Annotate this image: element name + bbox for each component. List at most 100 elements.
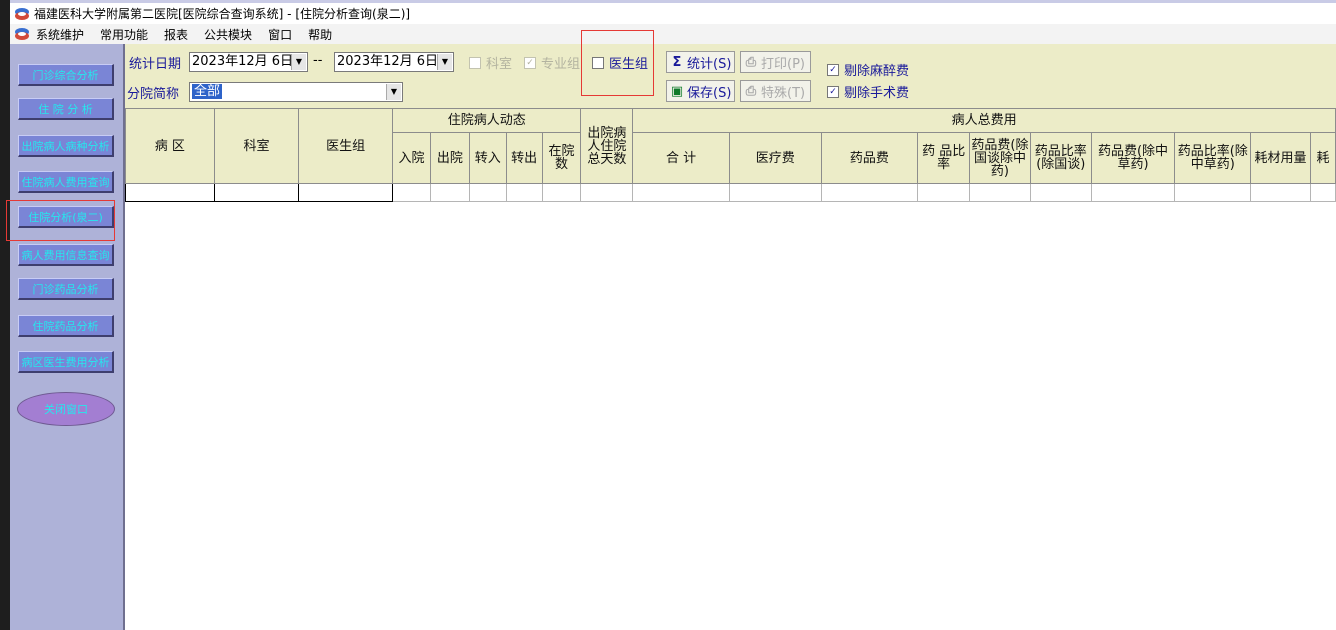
doctor-group-checkbox[interactable]: 医生组 bbox=[592, 53, 648, 72]
table-cell[interactable] bbox=[298, 183, 393, 202]
nav-inpatient-fee-query[interactable]: 住院病人费用查询 bbox=[18, 171, 114, 193]
col-header-ward[interactable]: 病 区 bbox=[125, 108, 215, 184]
nav-outpatient-analysis[interactable]: 门诊综合分析 bbox=[18, 64, 114, 86]
data-grid-area: 病 区 科室 医生组 住院病人动态 出院病人住院总天数 病人总费用 入院 出院 … bbox=[125, 108, 1336, 630]
table-cell[interactable] bbox=[820, 183, 919, 202]
date-to-dropdown-icon[interactable]: ▼ bbox=[437, 54, 452, 70]
print-button[interactable]: ⎙ 打印(P) bbox=[740, 51, 811, 73]
filter-panel: 统计日期 2023年12月 6日 ▼ -- 2023年12月 6日 ▼ 科室 ✓… bbox=[125, 44, 1336, 108]
col-header-transfer-out[interactable]: 转出 bbox=[505, 132, 543, 184]
table-cell[interactable] bbox=[632, 183, 730, 202]
specialty-checkbox-box[interactable]: ✓ bbox=[524, 56, 536, 69]
col-header-drug-ratio[interactable]: 药 品比 率 bbox=[917, 132, 971, 184]
specialty-checkbox-label: 专业组 bbox=[541, 57, 581, 72]
branch-select[interactable]: 全部 ▼ bbox=[189, 82, 403, 102]
title-bar: 福建医科大学附属第二医院[医院综合查询系统] - [住院分析查询(泉二)] bbox=[10, 0, 1336, 24]
nav-ward-doctor-fee-analysis[interactable]: 病区医生费用分析 bbox=[18, 351, 114, 373]
dept-checkbox-label: 科室 bbox=[486, 57, 513, 72]
col-header-doctor-group[interactable]: 医生组 bbox=[298, 108, 393, 184]
table-cell[interactable] bbox=[1174, 183, 1252, 202]
table-row[interactable] bbox=[125, 183, 1336, 202]
printer-icon: ⎙ bbox=[745, 83, 757, 99]
date-separator: -- bbox=[313, 53, 323, 68]
sidebar: 门诊综合分析 住 院 分 析 出院病人病种分析 住院病人费用查询 住院分析(泉二… bbox=[10, 44, 125, 630]
col-group-total-fee: 病人总费用 bbox=[632, 108, 1336, 133]
branch-label: 分院简称 bbox=[127, 87, 180, 102]
date-to-picker[interactable]: 2023年12月 6日 ▼ bbox=[334, 52, 454, 72]
col-header-total[interactable]: 合 计 bbox=[632, 132, 730, 184]
menu-bar: 系统维护 常用功能 报表 公共模块 窗口 帮助 bbox=[10, 24, 1336, 44]
branch-dropdown-icon[interactable]: ▼ bbox=[386, 84, 401, 100]
col-header-discharge-days[interactable]: 出院病人住院总天数 bbox=[580, 108, 634, 184]
exclude-anesthesia-label: 剔除麻醉费 bbox=[844, 64, 910, 79]
app-logo-icon bbox=[15, 7, 29, 20]
col-header-more[interactable]: 耗 bbox=[1309, 132, 1336, 184]
col-header-medical-fee[interactable]: 医疗费 bbox=[728, 132, 822, 184]
floppy-disk-icon: ▣ bbox=[670, 83, 684, 99]
menu-window[interactable]: 窗口 bbox=[266, 26, 294, 43]
nav-outpatient-drug-analysis[interactable]: 门诊药品分析 bbox=[18, 278, 114, 300]
print-button-label: 打印(P) bbox=[761, 56, 805, 72]
app-menu-icon[interactable] bbox=[14, 27, 30, 41]
table-cell[interactable] bbox=[541, 183, 582, 202]
col-header-drug-ratio-excl-natl[interactable]: 药品比率(除国谈) bbox=[1029, 132, 1092, 184]
exclude-anesthesia-checkbox-box[interactable]: ✓ bbox=[827, 63, 839, 76]
nav-inpatient-drug-analysis[interactable]: 住院药品分析 bbox=[18, 315, 114, 337]
menu-system-maintenance[interactable]: 系统维护 bbox=[34, 26, 86, 43]
sigma-icon: Σ bbox=[672, 54, 682, 70]
table-cell[interactable] bbox=[1090, 183, 1176, 202]
nav-inpatient-analysis-quan2[interactable]: 住院分析(泉二) bbox=[18, 206, 114, 228]
table-cell[interactable] bbox=[429, 183, 470, 202]
special-button[interactable]: ⎙ 特殊(T) bbox=[740, 80, 811, 102]
table-cell[interactable] bbox=[1029, 183, 1092, 202]
col-header-in-hospital[interactable]: 在院数 bbox=[541, 132, 582, 184]
col-header-drug-fee-excl-herbal[interactable]: 药品费(除中草药) bbox=[1090, 132, 1176, 184]
col-header-drug-fee[interactable]: 药品费 bbox=[820, 132, 919, 184]
table-cell[interactable] bbox=[969, 183, 1031, 202]
nav-discharge-disease-analysis[interactable]: 出院病人病种分析 bbox=[18, 135, 114, 157]
table-cell[interactable] bbox=[468, 183, 507, 202]
table-cell[interactable] bbox=[392, 183, 431, 202]
col-header-transfer-in[interactable]: 转入 bbox=[468, 132, 507, 184]
col-header-dept[interactable]: 科室 bbox=[213, 108, 300, 184]
stat-button-label: 统计(S) bbox=[687, 56, 732, 72]
table-cell[interactable] bbox=[125, 183, 215, 202]
specialty-checkbox[interactable]: ✓ 专业组 bbox=[524, 53, 580, 72]
col-header-admit[interactable]: 入院 bbox=[392, 132, 431, 184]
menu-common-functions[interactable]: 常用功能 bbox=[98, 26, 150, 43]
window-left-edge bbox=[0, 0, 10, 630]
date-from-picker[interactable]: 2023年12月 6日 ▼ bbox=[189, 52, 308, 72]
nav-patient-fee-info-query[interactable]: 病人费用信息查询 bbox=[18, 244, 114, 266]
close-window-button[interactable]: 关闭窗口 bbox=[17, 392, 115, 426]
exclude-surgery-checkbox-box[interactable]: ✓ bbox=[827, 85, 839, 98]
col-header-drug-ratio-excl-herbal[interactable]: 药品比率(除中草药) bbox=[1174, 132, 1252, 184]
date-from-dropdown-icon[interactable]: ▼ bbox=[291, 54, 306, 70]
table-cell[interactable] bbox=[917, 183, 971, 202]
nav-inpatient-analysis[interactable]: 住 院 分 析 bbox=[18, 98, 114, 120]
exclude-surgery-checkbox[interactable]: ✓ 剔除手术费 bbox=[827, 82, 909, 101]
stat-button[interactable]: Σ 统计(S) bbox=[666, 51, 735, 73]
table-cell[interactable] bbox=[1250, 183, 1311, 202]
table-cell[interactable] bbox=[505, 183, 543, 202]
special-button-label: 特殊(T) bbox=[761, 85, 806, 101]
printer-icon: ⎙ bbox=[745, 54, 757, 70]
table-cell[interactable] bbox=[728, 183, 822, 202]
menu-public-modules[interactable]: 公共模块 bbox=[202, 26, 254, 43]
col-group-inpatient-dynamic: 住院病人动态 bbox=[391, 108, 582, 133]
doctor-group-checkbox-label: 医生组 bbox=[609, 57, 649, 72]
date-from-value: 2023年12月 6日 bbox=[192, 54, 294, 69]
table-cell[interactable] bbox=[213, 183, 300, 202]
menu-reports[interactable]: 报表 bbox=[162, 26, 190, 43]
analysis-table: 病 区 科室 医生组 住院病人动态 出院病人住院总天数 病人总费用 入院 出院 … bbox=[125, 108, 1336, 202]
save-button[interactable]: ▣ 保存(S) bbox=[666, 80, 735, 102]
doctor-group-checkbox-box[interactable] bbox=[592, 56, 604, 69]
col-header-consumables[interactable]: 耗材用量 bbox=[1250, 132, 1311, 184]
menu-help[interactable]: 帮助 bbox=[306, 26, 334, 43]
col-header-discharge[interactable]: 出院 bbox=[429, 132, 470, 184]
col-header-drug-fee-excl-natl[interactable]: 药品费(除国谈除中药) bbox=[969, 132, 1031, 184]
table-cell[interactable] bbox=[1309, 183, 1336, 202]
table-cell[interactable] bbox=[580, 183, 634, 202]
dept-checkbox-box[interactable] bbox=[469, 56, 481, 69]
exclude-anesthesia-checkbox[interactable]: ✓ 剔除麻醉费 bbox=[827, 60, 909, 79]
dept-checkbox[interactable]: 科室 bbox=[469, 53, 512, 72]
